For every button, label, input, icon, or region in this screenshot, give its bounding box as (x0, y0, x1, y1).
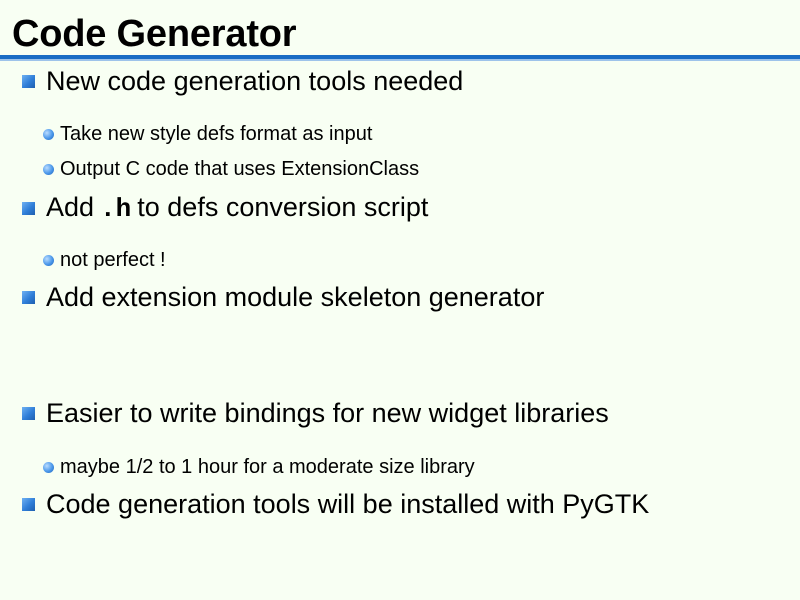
square-bullet-icon (22, 290, 35, 304)
round-bullet-icon (43, 254, 54, 266)
square-bullet-icon (22, 201, 35, 215)
sub-bullet-text: Take new style defs format as input (60, 123, 373, 145)
sub-bullet-item: not perfect ! (43, 247, 166, 273)
square-bullet-icon (22, 497, 35, 511)
bullet-text: Code generation tools will be installed … (46, 489, 650, 519)
bullet-item: Add .h to defs conversion script (22, 190, 428, 226)
bullet-text: Add .h to defs conversion script (46, 190, 428, 226)
bullet-item: Code generation tools will be installed … (22, 487, 649, 521)
square-bullet-icon (22, 406, 35, 420)
round-bullet-icon (43, 128, 54, 140)
slide: Code Generator New code generation tools… (0, 0, 800, 600)
bullet-item: Add extension module skeleton generator (22, 280, 544, 314)
sub-bullet-text: not perfect ! (60, 249, 166, 271)
sub-bullet-item: Output C code that uses ExtensionClass (43, 156, 419, 182)
bullet-item: Easier to write bindings for new widget … (22, 396, 609, 430)
bullet-text: New code generation tools needed (46, 66, 464, 96)
sub-bullet-text: Output C code that uses ExtensionClass (60, 158, 420, 180)
bullet-text-suffix: to defs conversion script (137, 192, 429, 222)
bullet-text: Easier to write bindings for new widget … (46, 398, 609, 428)
round-bullet-icon (43, 163, 54, 175)
slide-title: Code Generator (12, 13, 297, 55)
round-bullet-icon (43, 461, 54, 473)
sub-bullet-text: maybe 1/2 to 1 hour for a moderate size … (60, 456, 475, 478)
square-bullet-icon (22, 74, 35, 88)
bullet-text: Add extension module skeleton generator (46, 282, 545, 312)
code-snippet: .h (100, 194, 132, 224)
bullet-text-prefix: Add (46, 192, 95, 222)
sub-bullet-item: maybe 1/2 to 1 hour for a moderate size … (43, 454, 475, 480)
sub-bullet-item: Take new style defs format as input (43, 121, 372, 147)
bullet-item: New code generation tools needed (22, 64, 463, 98)
title-rule-shadow (0, 59, 800, 61)
